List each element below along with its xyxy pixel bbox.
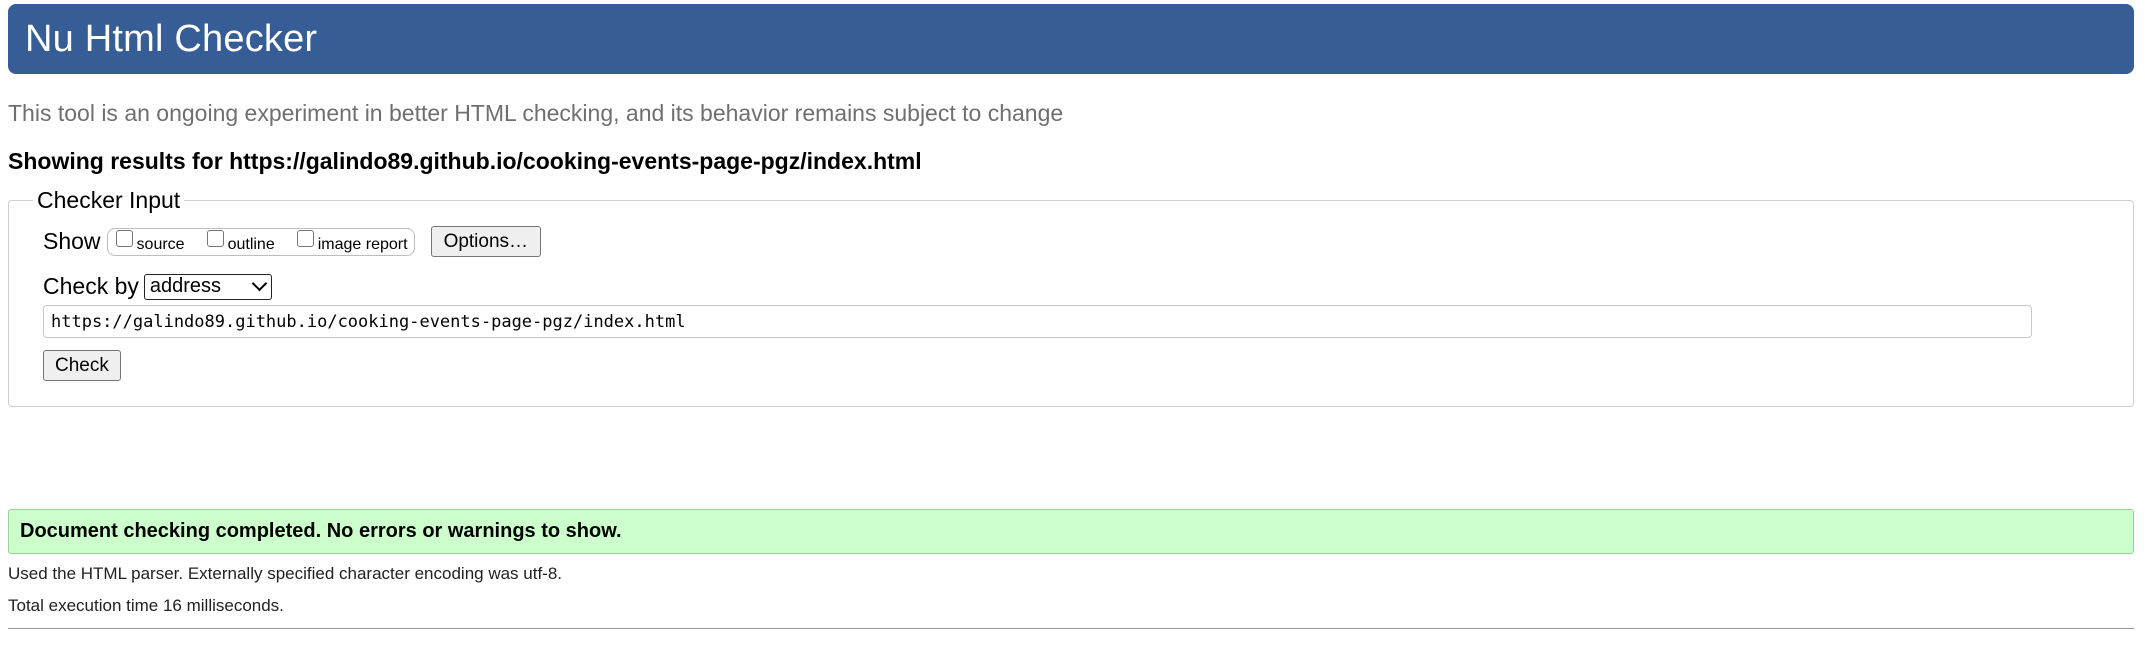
option-outline[interactable]: outline [206, 230, 275, 253]
chevron-down-icon [251, 275, 268, 292]
outline-label: outline [227, 235, 275, 253]
option-source[interactable]: source [115, 230, 185, 253]
show-label: Show [43, 228, 101, 254]
check-by-select[interactable]: address [143, 273, 272, 300]
image-report-label: image report [317, 235, 408, 253]
showing-results-heading: Showing results for https://galindo89.gi… [8, 148, 922, 174]
image-report-checkbox[interactable] [296, 230, 314, 247]
outline-checkbox[interactable] [206, 230, 224, 247]
tagline: This tool is an ongoing experiment in be… [8, 100, 1064, 126]
divider [8, 628, 2134, 629]
check-by-selected-value: address [149, 275, 222, 297]
option-image-report[interactable]: image report [296, 230, 408, 253]
check-by-row: Check by address [43, 273, 2133, 300]
source-label: source [136, 235, 185, 253]
page-title: Nu Html Checker [25, 17, 318, 60]
check-by-label: Check by [43, 273, 139, 299]
check-button[interactable]: Check [43, 350, 121, 381]
show-options-group: source outline image report [106, 227, 415, 256]
checker-input-legend: Checker Input [37, 187, 181, 213]
source-checkbox[interactable] [115, 230, 133, 247]
success-message: Document checking completed. No errors o… [8, 509, 2134, 554]
url-input[interactable]: https://galindo89.github.io/cooking-even… [43, 305, 2032, 338]
options-button[interactable]: Options… [430, 226, 542, 257]
show-options-row: Show source outline image report Options… [43, 226, 2133, 257]
checker-input-fieldset: Checker Input Show source outline image … [8, 187, 2134, 407]
execution-time: Total execution time 16 milliseconds. [8, 596, 284, 615]
parser-info: Used the HTML parser. Externally specifi… [8, 564, 563, 583]
header-banner: Nu Html Checker [8, 4, 2134, 74]
page: Nu Html Checker This tool is an ongoing … [0, 4, 2145, 648]
